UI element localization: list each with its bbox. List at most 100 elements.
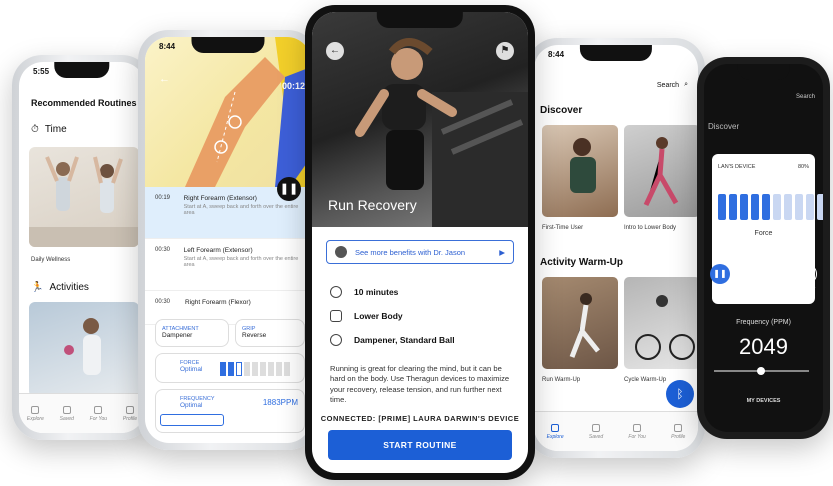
attachment-card[interactable]: ATTACHMENT Dampener (155, 319, 229, 347)
frequency-slider[interactable] (714, 367, 809, 375)
section-time: ⏱ Time (31, 124, 67, 135)
bookmark-icon (62, 405, 71, 414)
connected-device-status: CONNECTED: [PRIME] LAURA DARWIN'S DEVICE (320, 414, 520, 423)
activity-card-image[interactable] (29, 302, 139, 397)
timer-readout: 00:12 (281, 81, 305, 91)
routine-card-image[interactable] (29, 147, 139, 247)
activity-warmup-heading: Activity Warm-Up (540, 257, 623, 268)
tab-profile[interactable]: Profile (671, 423, 686, 440)
bookmark-icon (592, 423, 601, 432)
notch (376, 12, 464, 28)
attachment-icon (330, 334, 342, 346)
status-time: 5:55 (33, 67, 50, 76)
tile-caption: Run Warm-Up (542, 377, 581, 383)
pause-icon: ❚❚ (279, 183, 299, 195)
tab-label: Profile (122, 415, 138, 422)
status-time: 8:44 (548, 50, 565, 59)
tab-label: For You (89, 415, 108, 422)
step-time: 00:30 (155, 247, 171, 253)
runner-icon: 🏃 (31, 282, 44, 293)
force-card[interactable]: FORCE Optimal (155, 353, 305, 383)
tab-for-you[interactable]: For You (628, 423, 646, 440)
tab-explore[interactable]: Explore (26, 405, 44, 422)
status-time: 8:44 (159, 42, 176, 51)
play-icon: ▶ (499, 247, 505, 257)
duration-row: 10 minutes (330, 286, 398, 298)
pause-button[interactable]: ❚❚ PAUSE (710, 264, 730, 293)
step-title: Left Forearm (Extensor) (183, 247, 253, 254)
screen-discover: 8:44 Search ⌕ Discover First-Time User I… (534, 45, 698, 451)
tab-label: Profile (671, 433, 686, 440)
avatar (335, 246, 347, 258)
start-routine-button[interactable]: START ROUTINE (328, 430, 512, 460)
notch (737, 64, 790, 80)
tab-for-you[interactable]: For You (89, 405, 108, 422)
tab-saved[interactable]: Saved (588, 423, 604, 440)
search-button[interactable]: Search ⌕ (657, 81, 688, 89)
routine-step[interactable]: 00:30 Left Forearm (Extensor) Start at A,… (145, 239, 311, 291)
man-with-device-image (570, 138, 596, 193)
pause-button[interactable]: ❚❚ (277, 177, 301, 201)
profile-icon (674, 423, 683, 432)
discover-heading: Discover (540, 105, 583, 116)
reset-button[interactable]: ↻ RESET (797, 264, 817, 293)
run-warmup-tile[interactable] (542, 277, 618, 369)
section-time-label: Time (44, 124, 67, 135)
back-arrow-icon[interactable]: ← (159, 73, 170, 85)
runner-stairs-image (569, 293, 600, 358)
search-label: Search (656, 81, 680, 89)
intro-lower-body-tile[interactable] (624, 125, 698, 217)
first-time-user-tile[interactable] (542, 125, 618, 217)
forearm-illustration (185, 37, 311, 187)
tab-explore[interactable]: Explore (547, 423, 564, 440)
cyclist-image (635, 295, 695, 360)
screen-routine-player: 00:12 ❚❚ ← 8:44 00:19 Right Forearm (Ext… (145, 37, 311, 443)
notch (54, 62, 110, 78)
compass-icon (551, 423, 560, 432)
tab-bar: Explore Saved For You Profile (534, 411, 698, 451)
tile-caption: Cycle Warm-Up (624, 377, 667, 383)
device-label: LAN'S DEVICE (718, 164, 756, 170)
tab-label: Explore (26, 415, 44, 422)
cycle-warmup-tile[interactable] (624, 277, 698, 369)
force-level-bars[interactable] (718, 194, 823, 220)
back-arrow-icon: ← (330, 45, 340, 56)
timer-icon (330, 286, 342, 298)
force-label: Force (754, 230, 773, 237)
frequency-slider[interactable] (160, 414, 224, 426)
list-icon (633, 423, 642, 432)
bookmark-icon: ⚑ (500, 45, 510, 56)
routine-description: Running is great for clearing the mind, … (330, 364, 510, 404)
body-area-row: Lower Body (330, 310, 403, 322)
step-desc: Start at A, sweep back and forth over th… (183, 204, 299, 216)
notch (579, 45, 653, 61)
grip-card[interactable]: GRIP Reverse (235, 319, 305, 347)
frequency-card[interactable]: FREQUENCY Optimal 1883PPM (155, 389, 305, 433)
tab-label: Saved (588, 433, 604, 440)
bookmark-button[interactable]: ⚑ (496, 42, 514, 60)
pause-icon: ❚❚ (710, 264, 730, 284)
benefits-link[interactable]: See more benefits with Dr. Jason ▶ (326, 240, 514, 264)
bluetooth-button[interactable]: ᛒ (666, 380, 694, 408)
tab-saved[interactable]: Saved (60, 405, 74, 422)
body-area-value: Lower Body (354, 311, 403, 321)
step-time: 00:19 (155, 195, 171, 201)
my-devices-button[interactable]: MY DEVICES (704, 398, 823, 404)
screen-device-control: Search Discover LAN'S DEVICE 80% Force ❚… (704, 64, 823, 432)
section-activities: 🏃 Activities (31, 282, 89, 293)
step-time: 00:30 (155, 299, 171, 305)
search-label[interactable]: Search (796, 94, 815, 100)
tab-profile[interactable]: Profile (122, 405, 138, 422)
slider-thumb[interactable] (756, 367, 765, 375)
back-button[interactable]: ← (326, 42, 344, 60)
screen-recommended-routines: 5:55 Recommended Routines ⏱ Time Daily W… (19, 62, 145, 433)
phone-run-recovery: ← ⚑ Run Recovery See more benefits with … (305, 5, 535, 480)
phone-discover: 8:44 Search ⌕ Discover First-Time User I… (527, 38, 705, 458)
routine-caption: Daily Wellness (31, 257, 71, 263)
tab-bar: Explore Saved For You Profile (19, 393, 145, 433)
routine-steps-list: 00:19 Right Forearm (Extensor) Start at A… (145, 187, 311, 325)
body-icon (330, 310, 342, 322)
frequency-readout: 1883PPM (262, 398, 298, 407)
step-title: Right Forearm (Flexor) (185, 299, 251, 306)
phone-routine-player: 00:12 ❚❚ ← 8:44 00:19 Right Forearm (Ext… (138, 30, 318, 450)
